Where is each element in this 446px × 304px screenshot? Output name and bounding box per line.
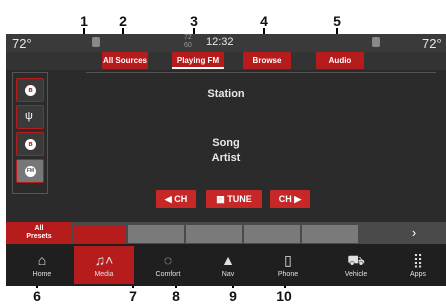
all-presets-button[interactable]: All Presets [6,222,72,244]
preset-5[interactable] [302,225,358,243]
usb-icon: ψ [25,110,33,122]
radio-screen: 72° 72° 72 60 12:32 All Sources Playing … [6,34,446,286]
nav-comfort[interactable]: ◌ Comfort [138,246,198,284]
source-usb[interactable]: ψ [16,105,44,129]
nav-phone[interactable]: ▯ Phone [258,246,318,284]
preset-2[interactable] [128,225,184,243]
temp-right[interactable]: 72° [422,36,442,51]
car-icon: ⛟ [347,252,365,268]
center-sub-temp: 60 [184,42,192,49]
phone-icon: ▯ [284,252,292,268]
tab-all-sources[interactable]: All Sources [102,52,148,69]
driver-seat-icon[interactable] [92,37,100,47]
tab-playing-fm[interactable]: Playing FM [172,52,224,69]
tab-audio[interactable]: Audio [316,52,364,69]
nav-nav[interactable]: ▲ Nav [198,246,258,284]
channel-down-button[interactable]: ◀ CH [156,190,196,208]
presets-next-button[interactable]: › [402,224,426,242]
comfort-icon: ◌ [163,252,173,268]
preset-3[interactable] [186,225,242,243]
nav-home-label: Home [32,271,52,278]
fm-icon: FM [25,166,36,177]
tune-button[interactable]: ▦ TUNE [206,190,262,208]
nav-media[interactable]: ♫˄ Media [74,246,134,284]
callout-10: 10 [276,288,292,304]
nav-phone-label: Phone [277,271,299,278]
callout-6: 6 [33,288,41,304]
callout-7: 7 [129,288,137,304]
clock: 12:32 [206,36,234,48]
nav-comfort-label: Comfort [155,271,181,278]
artist-name: Artist [211,152,241,164]
callout-9: 9 [229,288,237,304]
preset-4[interactable] [244,225,300,243]
callout-3: 3 [190,13,198,29]
nav-apps-label: Apps [410,271,426,278]
temp-left[interactable]: 72° [12,36,32,51]
nav-nav-label: Nav [221,271,235,278]
nav-home[interactable]: ⌂ Home [12,246,72,284]
tab-bar [6,52,446,70]
callout-4: 4 [260,13,268,29]
divider [86,72,436,73]
callout-2: 2 [119,13,127,29]
callout-8: 8 [172,288,180,304]
nav-apps[interactable]: ⣿ Apps [388,246,446,284]
center-temp: 72 [184,34,192,41]
navigation-icon: ▲ [221,252,235,268]
nav-vehicle[interactable]: ⛟ Vehicle [326,246,386,284]
music-note-icon: ♫˄ [94,252,114,268]
callout-1: 1 [80,13,88,29]
passenger-seat-icon[interactable] [372,37,380,47]
nav-media-label: Media [94,271,114,278]
song-title: Song [212,137,240,149]
callout-5: 5 [333,13,341,29]
tab-browse[interactable]: Browse [243,52,291,69]
preset-1[interactable] [74,225,126,243]
nav-vehicle-label: Vehicle [344,271,368,278]
apps-grid-icon: ⣿ [412,252,424,268]
channel-up-button[interactable]: CH ▶ [270,190,310,208]
station-name: Station [207,88,245,100]
home-icon: ⌂ [37,252,47,268]
